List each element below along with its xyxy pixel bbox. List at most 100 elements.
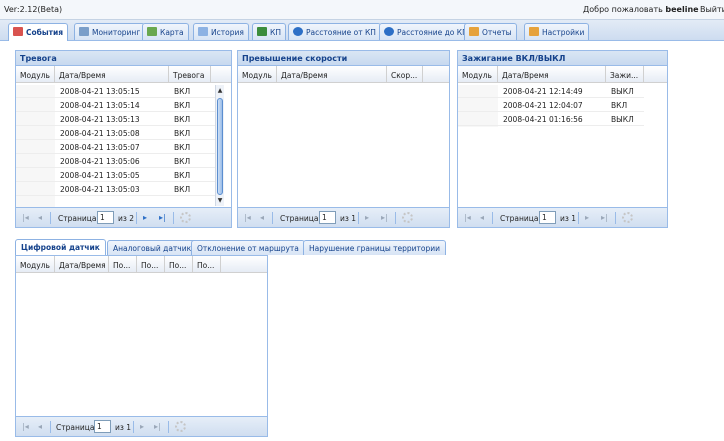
last-page-icon[interactable]: ▸| xyxy=(381,213,388,222)
table-row[interactable]: 2008-04-21 13:05:14 ВКЛ xyxy=(16,99,221,112)
tab-territory-violation[interactable]: Нарушение границы территории xyxy=(303,240,447,255)
scroll-thumb[interactable] xyxy=(217,98,223,195)
next-page-icon[interactable]: ▸ xyxy=(365,213,369,222)
separator xyxy=(492,212,493,224)
welcome-prefix: Добро пожаловать xyxy=(583,5,663,14)
tab-events[interactable]: События xyxy=(8,23,69,41)
cell-alarm: ВКЛ xyxy=(174,87,191,96)
next-page-icon[interactable]: ▸ xyxy=(143,213,147,222)
prev-page-icon[interactable]: ◂ xyxy=(480,213,484,222)
first-page-icon[interactable]: |◂ xyxy=(464,213,471,222)
column-header[interactable]: Модуль xyxy=(16,66,55,83)
paging-toolbar: |◂ ◂ Страница 1 из 1 ▸ ▸| xyxy=(458,207,667,227)
separator xyxy=(50,212,51,224)
table-row[interactable]: 2008-04-21 12:14:49 ВЫКЛ xyxy=(458,85,644,98)
table-row[interactable]: 2008-04-21 13:05:03 ВКЛ xyxy=(16,183,221,196)
logout-link[interactable]: Выйти xyxy=(700,5,724,14)
tab-analog-sensor[interactable]: Аналоговый датчик xyxy=(107,240,198,255)
first-page-icon[interactable]: |◂ xyxy=(244,213,251,222)
table-row[interactable]: 2008-04-21 12:04:07 ВКЛ xyxy=(458,99,644,112)
tab-settings[interactable]: Настройки xyxy=(524,23,590,40)
prev-page-icon[interactable]: ◂ xyxy=(38,422,42,431)
column-header[interactable]: Модуль xyxy=(458,66,498,83)
tab-label: Настройки xyxy=(542,28,585,37)
tab-route-deviation[interactable]: Отклонение от маршрута xyxy=(191,240,305,255)
column-header[interactable]: По... xyxy=(165,256,193,273)
table-row[interactable]: 2008-04-21 13:05:05 ВКЛ xyxy=(16,169,221,182)
last-page-icon[interactable]: ▸| xyxy=(601,213,608,222)
next-page-icon[interactable]: ▸ xyxy=(140,422,144,431)
last-page-icon[interactable]: ▸| xyxy=(159,213,166,222)
separator xyxy=(578,212,579,224)
cell-datetime: 2008-04-21 13:05:13 xyxy=(60,115,140,124)
scroll-down-arrow-icon[interactable]: ▼ xyxy=(216,196,224,205)
column-header[interactable]: Дата/Время xyxy=(55,256,109,273)
vertical-scrollbar[interactable]: ▲ ▼ xyxy=(215,85,224,206)
tab-map[interactable]: Карта xyxy=(142,23,189,40)
cell-datetime: 2008-04-21 13:05:03 xyxy=(60,185,140,194)
tab-reports[interactable]: Отчеты xyxy=(464,23,517,40)
table-row[interactable]: 2008-04-21 13:05:06 ВКЛ xyxy=(16,155,221,168)
column-header[interactable]: Зажи... xyxy=(606,66,644,83)
table-row[interactable]: 2008-04-21 13:05:07 ВКЛ xyxy=(16,141,221,154)
monitoring-icon xyxy=(79,27,89,36)
page-number-input[interactable]: 1 xyxy=(94,420,111,433)
column-header[interactable]: Модуль xyxy=(238,66,277,83)
tab-digital-sensor[interactable]: Цифровой датчик xyxy=(15,239,106,256)
panel-title: Превышение скорости xyxy=(238,51,449,66)
last-page-icon[interactable]: ▸| xyxy=(154,422,161,431)
cell-alarm: ВКЛ xyxy=(174,129,191,138)
table-row[interactable]: 2008-04-21 01:16:56 ВЫКЛ xyxy=(458,113,644,126)
sensor-tab-strip: Цифровой датчик Аналоговый датчик Отклон… xyxy=(15,237,447,256)
main-tab-strip: События Мониторинг Карта История КП Расс… xyxy=(0,20,724,41)
cell-alarm: ВКЛ xyxy=(174,157,191,166)
separator xyxy=(615,212,616,224)
refresh-icon[interactable] xyxy=(402,212,413,223)
refresh-icon[interactable] xyxy=(175,421,186,432)
tab-distance-to[interactable]: Расстояние до КП xyxy=(379,23,473,40)
page-number-input[interactable]: 1 xyxy=(539,211,556,224)
cell-alarm: ВКЛ xyxy=(174,115,191,124)
tab-label: Расстояние до КП xyxy=(397,28,468,37)
column-header[interactable]: По... xyxy=(193,256,221,273)
column-header[interactable]: Тревога xyxy=(169,66,211,83)
username-label: beeline xyxy=(665,5,699,14)
separator xyxy=(168,421,169,433)
top-bar: Ver:2.12(Beta) Добро пожаловать beeline … xyxy=(0,0,724,20)
welcome-text: Добро пожаловать beeline xyxy=(583,5,699,14)
refresh-icon[interactable] xyxy=(622,212,633,223)
page-number-input[interactable]: 1 xyxy=(97,211,114,224)
column-header[interactable]: Дата/Время xyxy=(277,66,387,83)
cell-datetime: 2008-04-21 13:05:07 xyxy=(60,143,140,152)
tab-checkpoints[interactable]: КП xyxy=(252,23,286,40)
speed-panel: Превышение скорости Модуль Дата/Время Ск… xyxy=(237,50,450,228)
prev-page-icon[interactable]: ◂ xyxy=(38,213,42,222)
tab-history[interactable]: История xyxy=(193,23,249,40)
separator xyxy=(272,212,273,224)
column-header[interactable]: Дата/Время xyxy=(498,66,606,83)
tab-monitoring[interactable]: Мониторинг xyxy=(74,23,146,40)
next-page-icon[interactable]: ▸ xyxy=(585,213,589,222)
column-header[interactable]: Дата/Время xyxy=(55,66,169,83)
scroll-up-arrow-icon[interactable]: ▲ xyxy=(216,86,224,95)
tab-label: Мониторинг xyxy=(92,28,141,37)
column-header[interactable]: По... xyxy=(137,256,165,273)
cell-datetime: 2008-04-21 13:05:08 xyxy=(60,129,140,138)
refresh-icon[interactable] xyxy=(180,212,191,223)
first-page-icon[interactable]: |◂ xyxy=(22,213,29,222)
page-number-input[interactable]: 1 xyxy=(319,211,336,224)
separator xyxy=(133,421,134,433)
prev-page-icon[interactable]: ◂ xyxy=(260,213,264,222)
table-row[interactable]: 2008-04-21 13:05:13 ВКЛ xyxy=(16,113,221,126)
column-header[interactable]: Модуль xyxy=(16,256,55,273)
ignition-panel: Зажигание ВКЛ/ВЫКЛ Модуль Дата/Время Заж… xyxy=(457,50,668,228)
column-header[interactable]: По... xyxy=(109,256,137,273)
table-row[interactable]: 2008-04-21 13:05:08 ВКЛ xyxy=(16,127,221,140)
grid-header: Модуль Дата/Время По... По... По... По..… xyxy=(16,256,267,273)
column-header[interactable]: Скор... xyxy=(387,66,423,83)
page-label: Страница xyxy=(56,423,95,432)
table-row[interactable]: 2008-04-21 13:05:15 ВКЛ xyxy=(16,85,221,98)
first-page-icon[interactable]: |◂ xyxy=(22,422,29,431)
cell-datetime: 2008-04-21 13:05:14 xyxy=(60,101,140,110)
tab-distance-from[interactable]: Расстояние от КП xyxy=(288,23,381,40)
